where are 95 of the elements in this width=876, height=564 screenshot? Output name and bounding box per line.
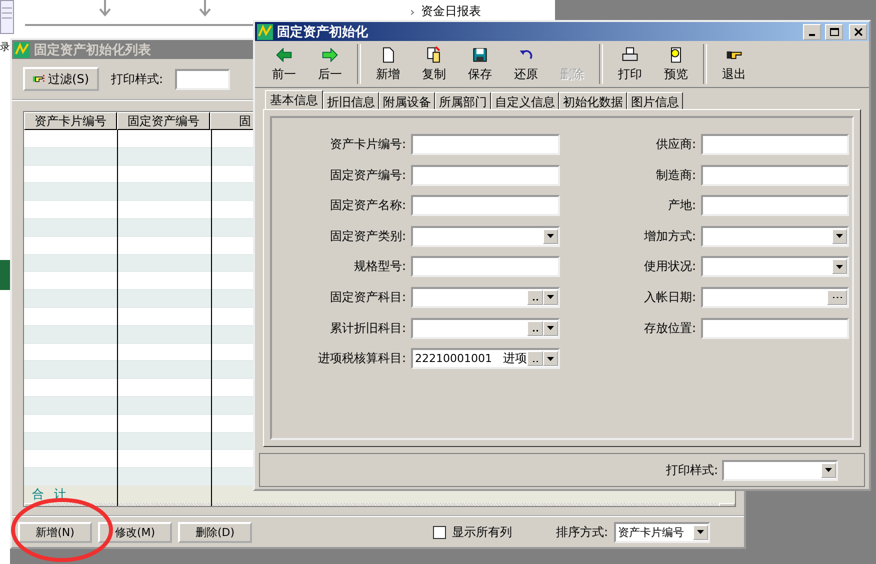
tab[interactable]: 基本信息 [265,90,323,109]
toolbar-button[interactable]: 预览 [653,46,699,82]
field-value: 资产卡片编号 [617,524,684,540]
copy-icon [425,46,443,64]
field-label: 资产卡片编号: [330,136,406,153]
down-triangle-icon [547,234,554,238]
filter-button[interactable]: 过滤(S) [23,67,99,91]
date-field[interactable] [701,286,849,308]
print-style-label: 打印样式: [111,70,164,88]
field-value: 22210001001 [414,352,492,366]
document-icon [0,0,14,34]
down-triangle-icon [547,326,554,330]
app-icon [257,24,273,40]
tab[interactable]: 图片信息 [627,92,683,109]
dropdown-button[interactable] [543,290,558,305]
checkbox[interactable] [432,526,446,538]
toolbar-button[interactable]: 新增 [365,46,411,82]
field-value: 进项 [503,350,527,368]
dropdown-button[interactable] [832,228,847,244]
field-label: 制造商: [656,166,696,184]
toolbar-button[interactable]: 还原 [503,46,549,82]
right-arrow-icon [321,46,339,64]
dropdown-button[interactable] [693,524,708,540]
input-field[interactable] [411,164,560,186]
input-field[interactable] [411,134,560,155]
maximize-button[interactable] [825,24,843,40]
dropdown-button[interactable] [543,228,558,244]
down-triangle-icon [547,356,554,361]
field-label: 存放位置: [644,320,696,337]
field-label: 产地: [668,197,696,214]
column-header[interactable]: 固定资产编号 [117,112,210,130]
field-label: 固定资产类别: [330,228,406,245]
tab[interactable]: 所属部门 [435,92,491,109]
dropdown-button[interactable] [543,320,558,336]
action-button[interactable]: 新增(N) [18,522,92,542]
input-field[interactable] [701,195,849,216]
field-label: 供应商: [656,136,696,153]
action-button[interactable]: 修改(M) [98,522,172,542]
app-icon [14,42,30,58]
sort-dropdown[interactable]: 资产卡片编号 [614,522,710,542]
menu-item[interactable]: 录 [0,42,10,54]
field-label: 固定资产名称: [330,197,406,214]
sort-label: 排序方式: [556,524,608,540]
caret-icon: › [410,4,415,18]
field-label: 增加方式: [644,228,696,245]
dropdown-button[interactable] [821,462,836,478]
toolbar-button[interactable]: 打印 [607,46,653,82]
input-field[interactable] [701,318,849,339]
field-label: 固定资产编号: [330,166,406,184]
ellipsis-button[interactable] [827,290,847,305]
field-label: 固定资产科目: [330,288,406,306]
field-label: 进项税核算科目: [318,350,406,368]
print-style-field[interactable] [175,68,230,90]
down-triangle-icon [825,468,832,472]
lookup-field[interactable] [411,286,560,308]
input-field[interactable] [701,134,849,155]
close-button[interactable] [849,24,867,40]
dropdown-button[interactable] [832,259,847,274]
tab[interactable]: 折旧信息 [323,92,379,109]
field-label: 累计折旧科目: [330,320,406,337]
input-field[interactable] [411,195,560,216]
field-label: 入帐日期: [644,288,696,306]
toolbar-button[interactable]: 复制 [411,46,457,82]
minimize-icon [809,34,815,36]
dropdown-button[interactable] [543,351,558,366]
field-label: 使用状况: [644,258,696,276]
left-arrow-icon [275,46,293,64]
toolbar-button[interactable]: 后一 [307,46,353,82]
tab[interactable]: 自定义信息 [491,92,559,109]
field-label: 规格型号: [354,258,406,276]
down-triangle-icon [836,234,843,238]
print-style-label: 打印样式: [666,462,718,478]
close-icon [854,28,862,36]
lookup-field[interactable]: 22210001001 进项 [411,348,560,370]
input-field[interactable] [701,164,849,186]
side-panel [0,260,10,290]
down-triangle-icon [697,530,704,534]
input-field[interactable] [411,256,560,278]
window-title: 固定资产初始化列表 [34,42,151,58]
checkbox-label: 显示所有列 [452,524,512,540]
down-triangle-icon [836,264,843,269]
tab[interactable]: 初始化数据 [559,92,627,109]
printer-icon [621,46,639,64]
down-triangle-icon [547,295,554,300]
toolbar-button[interactable]: 保存 [457,46,503,82]
window-title: 固定资产初始化 [277,24,368,40]
tab[interactable]: 附属设备 [379,92,435,109]
lookup-field[interactable] [411,318,560,339]
toolbar-button[interactable]: 退出 [711,46,757,82]
toolbar-button[interactable]: 前一 [261,46,307,82]
action-button[interactable]: 删除(D) [178,522,252,542]
column-header[interactable]: 资产卡片编号 [24,112,117,130]
maximize-icon [830,28,838,36]
minimize-button[interactable] [803,24,821,40]
menu-item[interactable]: 资金日报表 [420,3,481,20]
